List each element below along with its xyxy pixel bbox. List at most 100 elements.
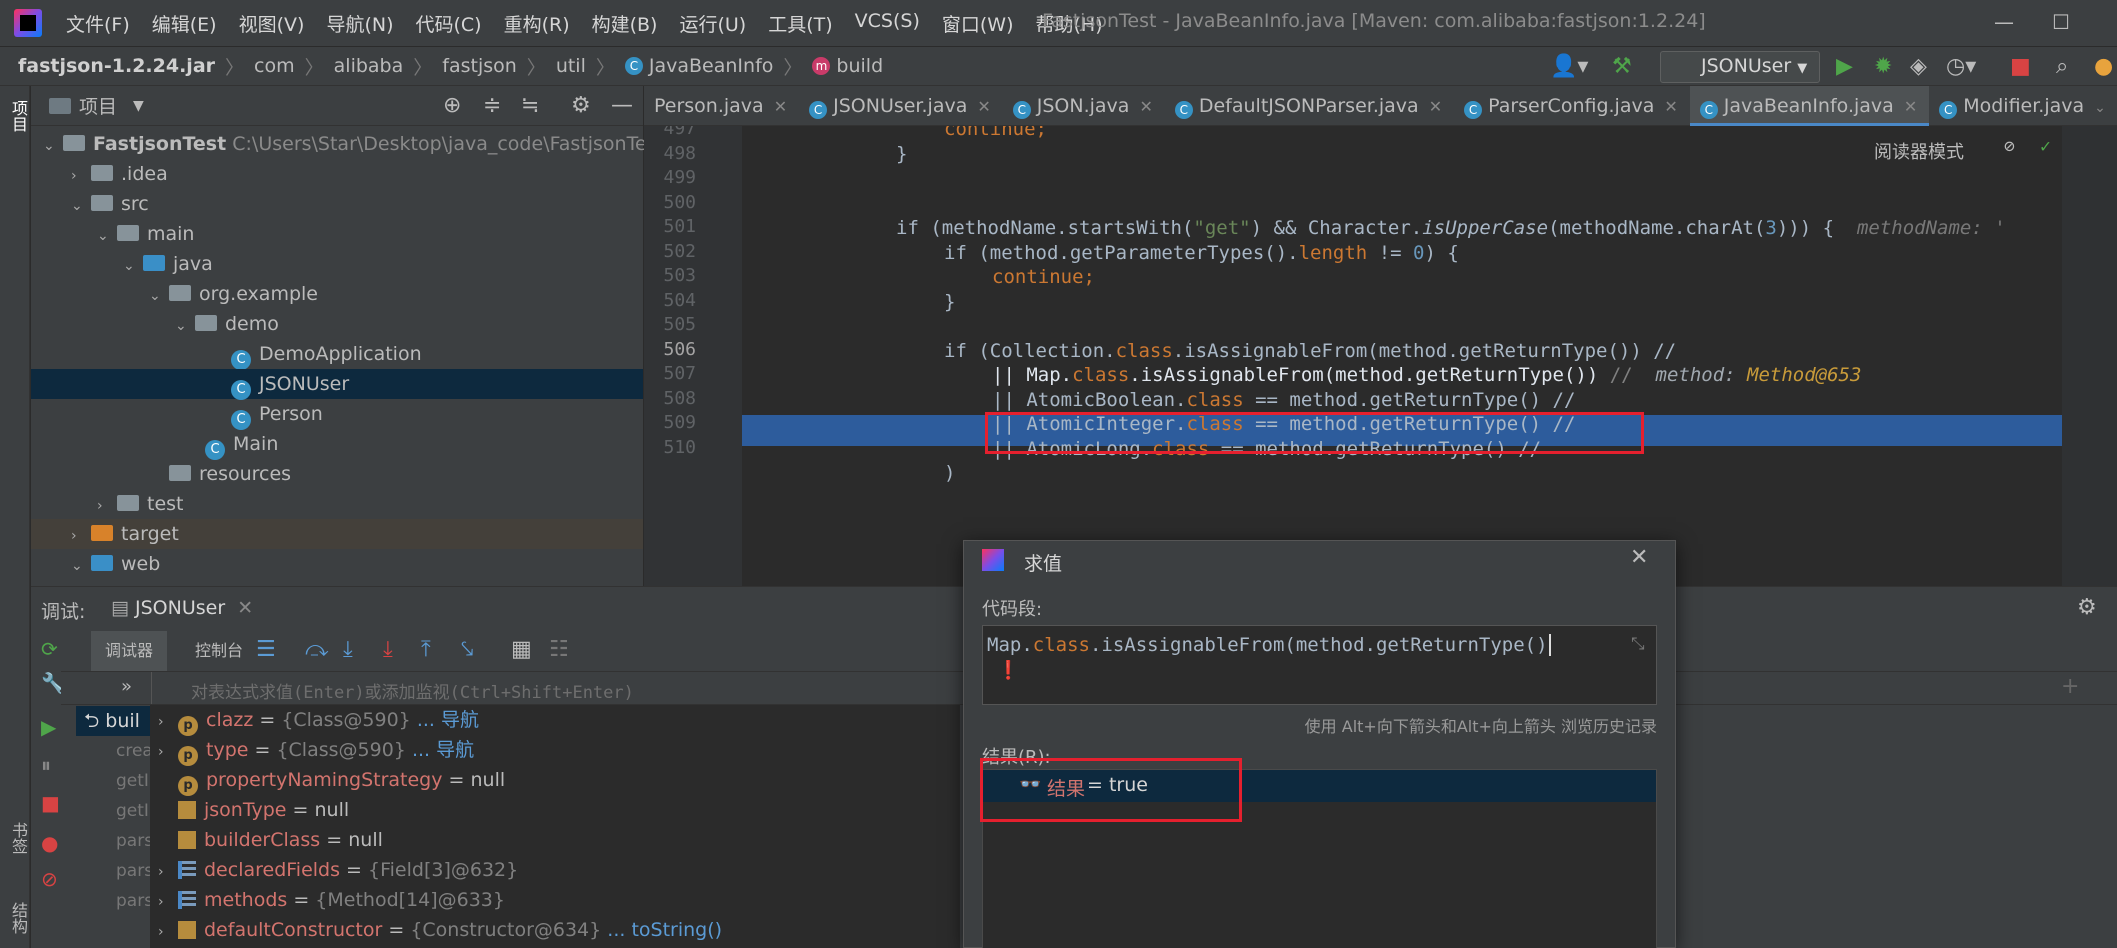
update-icon[interactable]: ●	[2094, 54, 2113, 79]
debug-icon[interactable]: ✹	[1874, 54, 1892, 79]
step-out-icon[interactable]: ⤒	[421, 637, 431, 662]
view-breakpoints-icon[interactable]: ●	[41, 831, 58, 855]
profile-icon[interactable]: ◷▾	[1946, 54, 1976, 79]
run-configuration-select[interactable]: JSONUser ▼	[1660, 51, 1820, 83]
search-icon[interactable]: ⌕	[2056, 54, 2068, 79]
tab-javabeaninfo-java[interactable]: C JavaBeanInfo.java ✕	[1689, 86, 1930, 126]
gear-icon[interactable]: ⚙	[571, 93, 591, 118]
tree-item-src[interactable]: ⌄ src	[71, 189, 149, 219]
evaluate-expression-icon[interactable]: ▦	[511, 637, 532, 662]
tab-console[interactable]: 控制台	[181, 631, 257, 671]
step-over-icon[interactable]: ⤼	[305, 637, 329, 662]
reader-mode-label[interactable]: 阅读器模式	[1874, 138, 1964, 164]
run-icon[interactable]: ▶	[1836, 54, 1853, 79]
error-stripe[interactable]	[2062, 126, 2117, 586]
variable-builderclass[interactable]: builderClass = null	[178, 825, 383, 855]
menu-file[interactable]: 文件(F)	[66, 10, 130, 37]
tab-json-java[interactable]: C JSON.java ✕	[1003, 86, 1165, 126]
menu-edit[interactable]: 编辑(E)	[152, 10, 217, 37]
chevron-down-icon[interactable]: ▼	[133, 98, 144, 114]
resume-icon[interactable]: ▶	[41, 715, 56, 739]
hide-icon[interactable]: —	[611, 93, 633, 118]
project-tool-tab[interactable]: 项目	[6, 100, 30, 132]
menu-vcs[interactable]: VCS(S)	[855, 10, 920, 37]
breadcrumb-com[interactable]: com	[254, 55, 295, 77]
close-icon[interactable]: ✕	[1630, 545, 1648, 570]
tab-defaultjsonparser-java[interactable]: C DefaultJSONParser.java ✕	[1165, 86, 1454, 126]
coverage-icon[interactable]: ◈	[1910, 54, 1927, 79]
variable-declaredfields[interactable]: › declaredFields = {Field[3]@632}	[158, 855, 518, 885]
debug-session-tab[interactable]: ▤ JSONUser ✕	[111, 597, 253, 619]
mute-breakpoints-icon[interactable]: ⊘	[41, 867, 58, 891]
collapse-icon[interactable]: ⤡	[1631, 634, 1645, 654]
tree-item-person[interactable]: C Person	[231, 399, 323, 430]
tree-item-java[interactable]: ⌄ java	[123, 249, 213, 279]
threads-list-icon[interactable]: ☰	[256, 637, 276, 662]
close-icon[interactable]: ✕	[1664, 97, 1677, 116]
tab-person-java[interactable]: Person.java ✕	[644, 86, 799, 126]
run-to-cursor-icon[interactable]: ⤥	[461, 637, 473, 662]
stop-icon[interactable]: ■	[2010, 54, 2031, 79]
frame-item[interactable]: pars	[116, 826, 153, 856]
expand-all-icon[interactable]: ≑	[483, 93, 501, 118]
close-icon[interactable]: ✕	[774, 97, 787, 116]
stop-icon[interactable]: ■	[41, 791, 60, 815]
add-watch-icon[interactable]: +	[2061, 674, 2079, 699]
close-icon[interactable]: ✕	[1904, 97, 1917, 116]
breadcrumb-fastjson[interactable]: fastjson	[442, 55, 517, 77]
rerun-icon[interactable]: ⟳	[41, 637, 58, 661]
tostring-link[interactable]: ... toString()	[607, 919, 722, 941]
menu-run[interactable]: 运行(U)	[679, 10, 746, 37]
breadcrumb-build[interactable]: build	[836, 55, 883, 77]
tree-item-org-example[interactable]: ⌄ org.example	[149, 279, 318, 309]
user-icon[interactable]: 👤▾	[1550, 54, 1588, 79]
tree-item-demoapplication[interactable]: C DemoApplication	[231, 339, 422, 370]
tab-debugger[interactable]: 调试器	[91, 631, 168, 671]
frame-item[interactable]: getI	[116, 766, 149, 796]
tree-item-project-root[interactable]: ⌄ FastjsonTest C:\Users\Star\Desktop\java…	[43, 129, 664, 159]
variable-defaultconstructor[interactable]: › defaultConstructor = {Constructor@634} …	[158, 915, 722, 945]
tree-item-main-class[interactable]: C Main	[205, 429, 278, 460]
variable-methods[interactable]: › methods = {Method[14]@633}	[158, 885, 505, 915]
code-editor[interactable]: 497 498 499 500 501 502 503 504 505 506 …	[644, 126, 2117, 586]
menu-code[interactable]: 代码(C)	[415, 10, 481, 37]
close-icon[interactable]: ✕	[237, 597, 253, 619]
watch-expression-input[interactable]: 对表达式求值(Enter)或添加监视(Ctrl+Shift+Enter)	[191, 678, 634, 703]
variable-clazz[interactable]: › p clazz = {Class@590} ... 导航	[158, 705, 479, 736]
frames-toggle-icon[interactable]: »	[121, 676, 132, 697]
tree-item-resources[interactable]: resources	[149, 459, 291, 489]
menu-tools[interactable]: 工具(T)	[768, 10, 832, 37]
maximize-icon[interactable]: ☐	[2052, 10, 2070, 34]
variable-propertynamingstrategy[interactable]: p propertyNamingStrategy = null	[178, 765, 505, 796]
gear-icon[interactable]: ⚙	[2077, 595, 2097, 620]
close-icon[interactable]: ✕	[977, 97, 990, 116]
tab-parserconfig-java[interactable]: C ParserConfig.java ✕	[1454, 86, 1690, 126]
close-icon[interactable]: ✕	[1429, 97, 1442, 116]
frame-item[interactable]: pars	[116, 886, 153, 916]
navigate-link[interactable]: ... 导航	[417, 709, 479, 731]
frame-item[interactable]: crea	[116, 736, 153, 766]
hammer-icon[interactable]: ⚒	[1612, 54, 1632, 79]
tree-item-main[interactable]: ⌄ main	[97, 219, 194, 249]
breadcrumb-javabeaninfo[interactable]: JavaBeanInfo	[649, 55, 774, 77]
bookmarks-tool-tab[interactable]: 书签	[6, 822, 30, 854]
tree-item-demo[interactable]: ⌄ demo	[175, 309, 279, 339]
expression-input[interactable]: Map.class.isAssignableFrom(method.getRet…	[982, 625, 1657, 705]
breadcrumb-jar[interactable]: fastjson-1.2.24.jar	[18, 55, 215, 77]
pause-icon[interactable]: ⏸	[41, 753, 51, 777]
tab-jsonuser-java[interactable]: C JSONUser.java ✕	[799, 86, 1003, 126]
frame-item[interactable]: pars	[116, 856, 153, 886]
menu-refactor[interactable]: 重构(R)	[504, 10, 570, 37]
frame-item[interactable]: getI	[116, 796, 149, 826]
step-into-icon[interactable]: ⤓	[343, 637, 353, 662]
menu-navigate[interactable]: 导航(N)	[326, 10, 393, 37]
tree-item-jsonuser[interactable]: C JSONUser	[31, 369, 643, 400]
locate-icon[interactable]: ⊕	[443, 93, 461, 118]
close-icon[interactable]: ✕	[1139, 97, 1152, 116]
chevron-down-icon[interactable]: ⌄	[2094, 100, 2106, 116]
structure-tool-tab[interactable]: 结构	[6, 902, 30, 934]
minimize-icon[interactable]: —	[1994, 10, 2014, 34]
breadcrumb-util[interactable]: util	[556, 55, 586, 77]
project-panel-title[interactable]: 项目	[79, 92, 117, 119]
variable-type[interactable]: › p type = {Class@590} ... 导航	[158, 735, 474, 766]
